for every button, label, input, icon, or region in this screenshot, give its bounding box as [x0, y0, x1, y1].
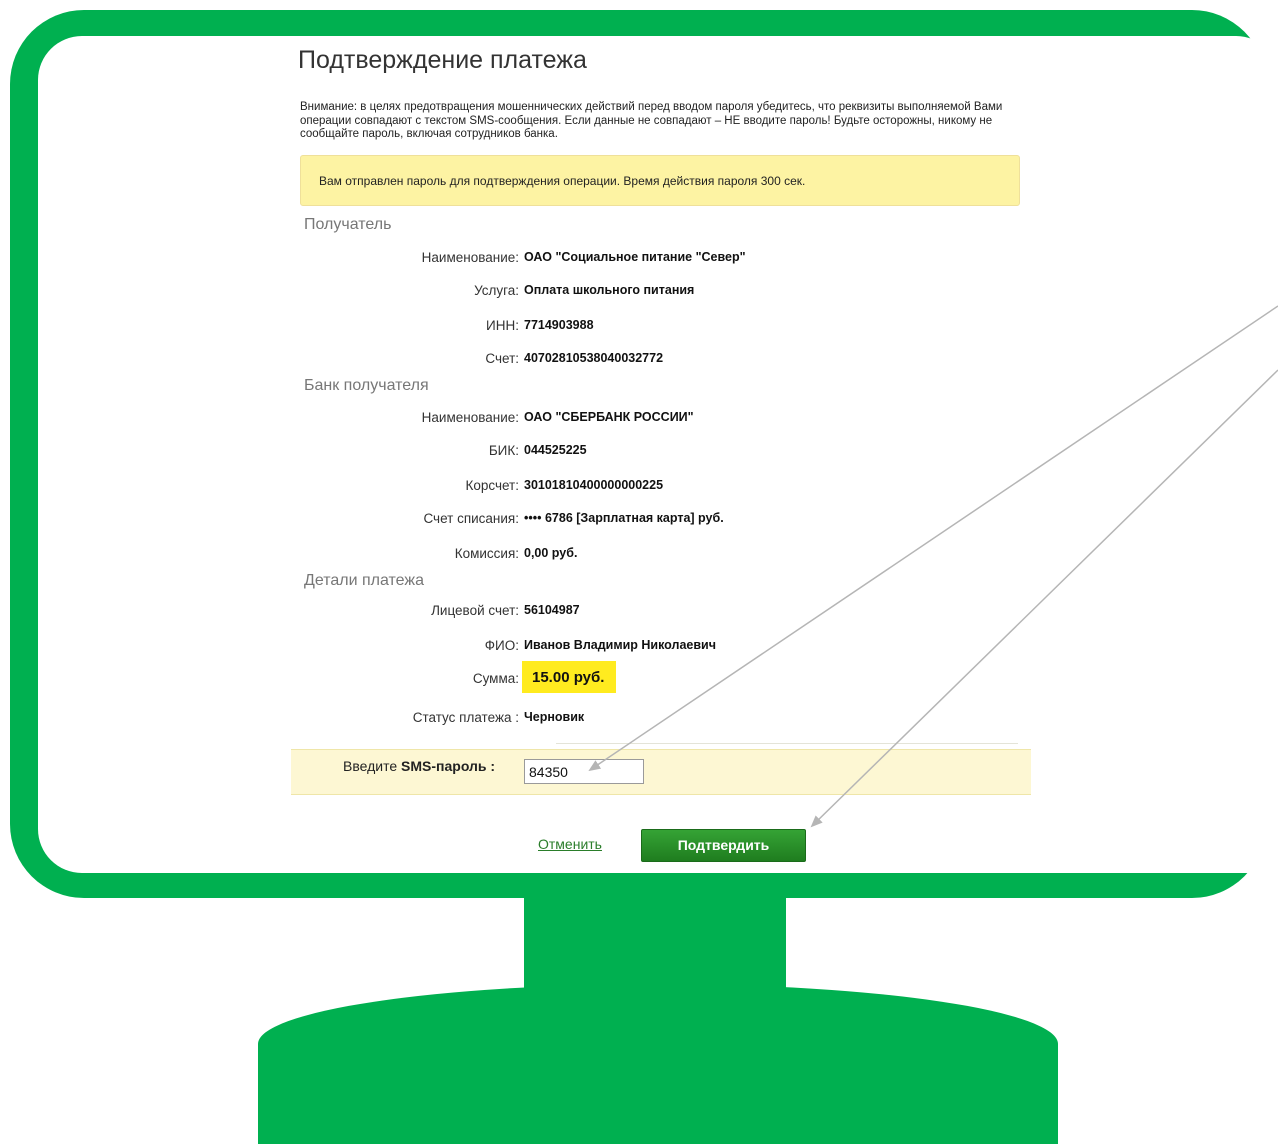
- arrow-to-confirm-button: [810, 369, 1278, 828]
- callout-arrows: [588, 305, 1278, 828]
- arrow-to-sms-input: [588, 305, 1278, 772]
